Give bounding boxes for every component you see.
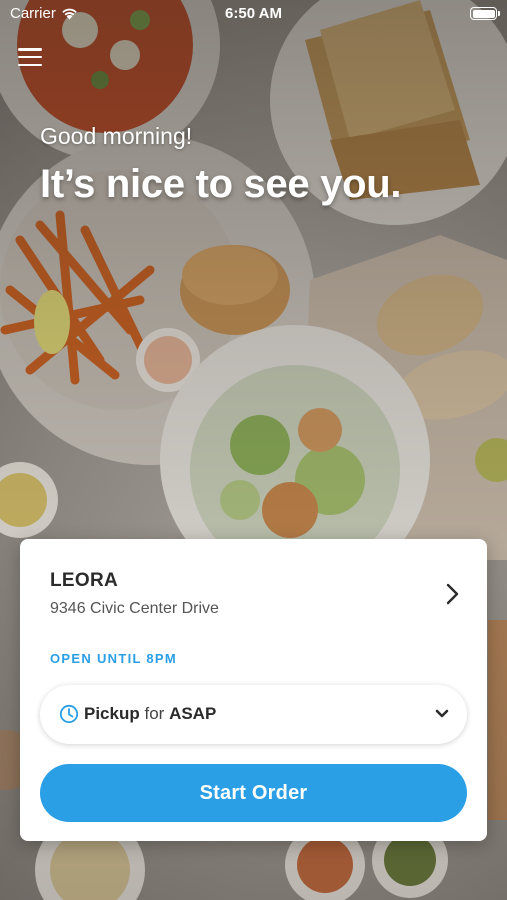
chevron-down-icon bbox=[435, 709, 449, 718]
status-bar: Carrier 6:50 AM bbox=[0, 0, 507, 28]
welcome-headline: It’s nice to see you. bbox=[40, 162, 402, 206]
order-time: ASAP bbox=[169, 704, 217, 723]
greeting-text: Good morning! bbox=[40, 123, 193, 149]
order-mode: Pickup bbox=[84, 704, 140, 723]
order-type-label: Pickup for ASAP bbox=[84, 704, 216, 724]
order-type-dropdown[interactable]: Pickup for ASAP bbox=[40, 685, 467, 744]
order-connector: for bbox=[144, 704, 165, 723]
clock-icon bbox=[59, 704, 79, 724]
store-card: LEORA 9346 Civic Center Drive OPEN UNTIL… bbox=[20, 539, 487, 841]
store-selector[interactable]: LEORA 9346 Civic Center Drive bbox=[20, 539, 487, 639]
store-name: LEORA bbox=[50, 570, 118, 591]
start-order-button[interactable]: Start Order bbox=[40, 764, 467, 822]
store-address: 9346 Civic Center Drive bbox=[50, 600, 219, 617]
hamburger-menu-icon[interactable] bbox=[18, 46, 42, 68]
chevron-right-icon bbox=[446, 583, 459, 605]
status-time: 6:50 AM bbox=[225, 5, 282, 22]
store-hours: OPEN UNTIL 8PM bbox=[50, 651, 178, 666]
battery-icon bbox=[470, 7, 500, 20]
